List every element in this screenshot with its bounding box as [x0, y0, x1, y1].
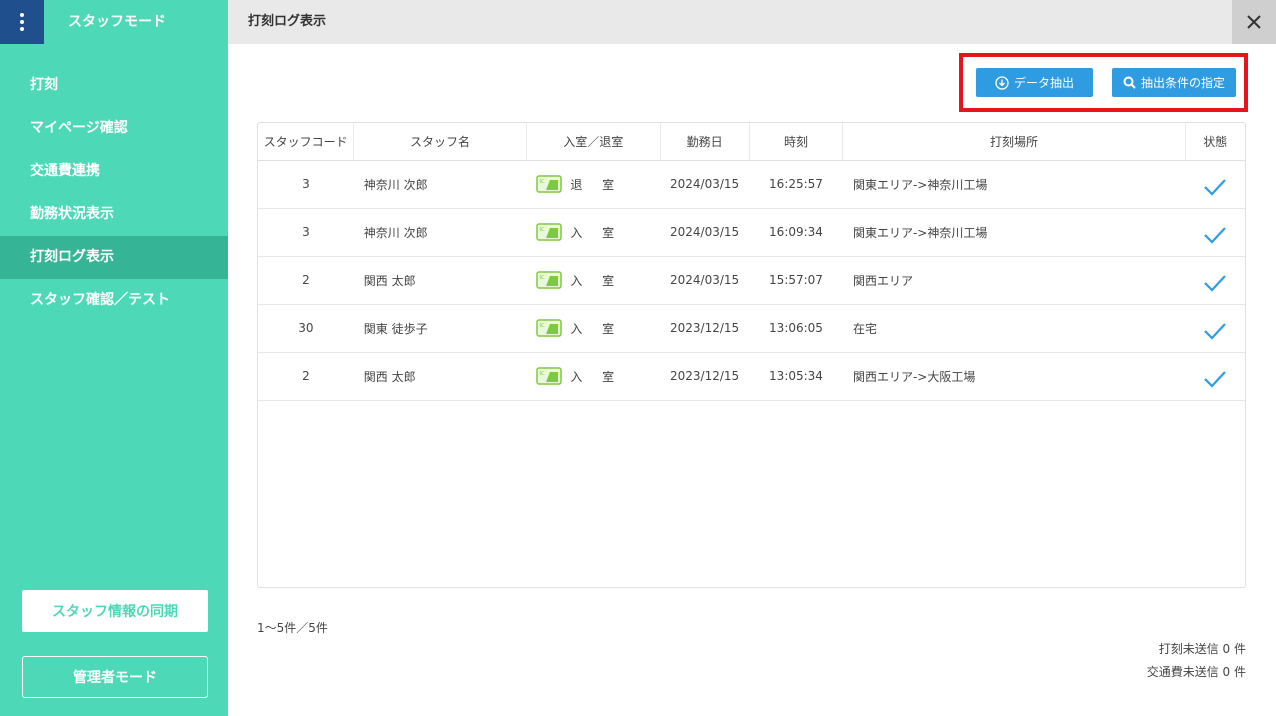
search-icon [1123, 76, 1136, 89]
table-row[interactable]: 2 関西 太郎 IC 入 室 2023/12/15 13:05:34 関西エリア… [258, 352, 1245, 401]
cell-in-out: IC 退 室 [526, 160, 661, 209]
cell-place: 関東エリア->神奈川工場 [842, 160, 1186, 209]
in-out-label: 退 室 [570, 177, 623, 192]
record-count: 1〜5件／5件 [257, 621, 328, 635]
cell-in-out: IC 入 室 [526, 208, 661, 257]
pending-stamp-count: 打刻未送信 0 件 [1158, 642, 1246, 656]
cell-status [1185, 352, 1245, 401]
check-icon [1204, 323, 1226, 340]
cell-time: 13:06:05 [749, 304, 843, 353]
check-icon [1204, 179, 1226, 196]
ic-card-icon: IC [536, 319, 563, 337]
page-title: 打刻ログ表示 [248, 14, 327, 29]
cell-in-out: IC 入 室 [526, 256, 661, 305]
cell-staff-code: 2 [258, 352, 354, 401]
ic-card-icon: IC [536, 367, 563, 385]
close-icon [1247, 15, 1261, 29]
cell-status [1185, 208, 1245, 257]
sidebar-item-stamp[interactable]: 打刻 [0, 64, 228, 107]
cell-time: 16:25:57 [749, 160, 843, 209]
ic-card-icon: IC [536, 175, 563, 193]
svg-text:IC: IC [540, 275, 545, 281]
sidebar-item-work-status[interactable]: 勤務状況表示 [0, 193, 228, 236]
cell-staff-name: 関東 徒歩子 [353, 304, 527, 353]
column-header-time[interactable]: 時刻 [749, 123, 844, 161]
stamp-log-table: スタッフコード スタッフ名 入室／退室 勤務日 時刻 打刻場所 状態 3 神奈川… [257, 122, 1246, 588]
cell-staff-code: 2 [258, 256, 354, 305]
svg-text:IC: IC [540, 179, 545, 185]
download-circle-icon [995, 75, 1009, 90]
admin-mode-button[interactable]: 管理者モード [22, 656, 208, 698]
check-icon [1204, 275, 1226, 292]
cell-in-out: IC 入 室 [526, 304, 661, 353]
sidebar: スタッフモード 打刻 マイページ確認 交通費連携 勤務状況表示 打刻ログ表示 ス… [0, 0, 228, 716]
sidebar-title: スタッフモード [68, 14, 166, 30]
cell-time: 13:05:34 [749, 352, 843, 401]
sidebar-item-staff-check[interactable]: スタッフ確認／テスト [0, 279, 228, 322]
cell-place: 在宅 [842, 304, 1186, 353]
cell-staff-code: 3 [258, 208, 354, 257]
cell-staff-name: 神奈川 次郎 [353, 208, 527, 257]
cell-work-date: 2023/12/15 [660, 352, 750, 401]
column-header-work-date[interactable]: 勤務日 [660, 123, 750, 161]
check-icon [1204, 227, 1226, 244]
data-extract-label: データ抽出 [1013, 76, 1074, 90]
cell-place: 関西エリア->大阪工場 [842, 352, 1186, 401]
sidebar-header: スタッフモード [0, 0, 228, 44]
extract-condition-button[interactable]: 抽出条件の指定 [1112, 68, 1236, 97]
cell-place: 関東エリア->神奈川工場 [842, 208, 1186, 257]
check-icon [1204, 371, 1226, 388]
cell-status [1185, 256, 1245, 305]
pending-transport-count: 交通費未送信 0 件 [1146, 665, 1246, 679]
cell-work-date: 2024/03/15 [660, 256, 750, 305]
column-header-staff-name[interactable]: スタッフ名 [353, 123, 527, 161]
cell-place: 関西エリア [842, 256, 1186, 305]
sidebar-item-transport[interactable]: 交通費連携 [0, 150, 228, 193]
cell-time: 16:09:34 [749, 208, 843, 257]
sidebar-item-mypage[interactable]: マイページ確認 [0, 107, 228, 150]
in-out-label: 入 室 [570, 225, 623, 240]
cell-status [1185, 304, 1245, 353]
data-extract-button[interactable]: データ抽出 [976, 68, 1093, 97]
svg-text:IC: IC [540, 371, 545, 377]
cell-staff-code: 3 [258, 160, 354, 209]
sync-staff-button[interactable]: スタッフ情報の同期 [22, 590, 208, 632]
ic-card-icon: IC [536, 271, 563, 289]
cell-time: 15:57:07 [749, 256, 843, 305]
cell-work-date: 2024/03/15 [660, 160, 750, 209]
cell-staff-code: 30 [258, 304, 354, 353]
extract-condition-label: 抽出条件の指定 [1140, 76, 1225, 90]
column-header-place[interactable]: 打刻場所 [842, 123, 1186, 161]
cell-staff-name: 関西 太郎 [353, 352, 527, 401]
svg-text:IC: IC [540, 227, 545, 233]
sidebar-item-stamp-log[interactable]: 打刻ログ表示 [0, 236, 228, 279]
cell-staff-name: 関西 太郎 [353, 256, 527, 305]
table-row[interactable]: 2 関西 太郎 IC 入 室 2024/03/15 15:57:07 関西エリア [258, 256, 1245, 305]
column-header-in-out[interactable]: 入室／退室 [526, 123, 661, 161]
ic-card-icon: IC [536, 223, 563, 241]
close-button[interactable] [1232, 0, 1276, 44]
cell-status [1185, 160, 1245, 209]
kebab-menu-icon [20, 13, 24, 31]
in-out-label: 入 室 [570, 369, 623, 384]
menu-button[interactable] [0, 0, 44, 44]
cell-staff-name: 神奈川 次郎 [353, 160, 527, 209]
cell-work-date: 2023/12/15 [660, 304, 750, 353]
table-row[interactable]: 3 神奈川 次郎 IC 退 室 2024/03/15 16:25:57 関東エリ… [258, 160, 1245, 209]
column-header-staff-code[interactable]: スタッフコード [258, 123, 355, 161]
table-header-row: スタッフコード スタッフ名 入室／退室 勤務日 時刻 打刻場所 状態 [258, 123, 1245, 161]
sidebar-nav: 打刻 マイページ確認 交通費連携 勤務状況表示 打刻ログ表示 スタッフ確認／テス… [0, 64, 228, 322]
column-header-status[interactable]: 状態 [1185, 123, 1245, 161]
cell-work-date: 2024/03/15 [660, 208, 750, 257]
svg-text:IC: IC [540, 323, 545, 329]
table-row[interactable]: 3 神奈川 次郎 IC 入 室 2024/03/15 16:09:34 関東エリ… [258, 208, 1245, 257]
main-header: 打刻ログ表示 [228, 0, 1276, 44]
cell-in-out: IC 入 室 [526, 352, 661, 401]
table-row[interactable]: 30 関東 徒歩子 IC 入 室 2023/12/15 13:06:05 在宅 [258, 304, 1245, 353]
in-out-label: 入 室 [570, 273, 623, 288]
in-out-label: 入 室 [570, 321, 623, 336]
